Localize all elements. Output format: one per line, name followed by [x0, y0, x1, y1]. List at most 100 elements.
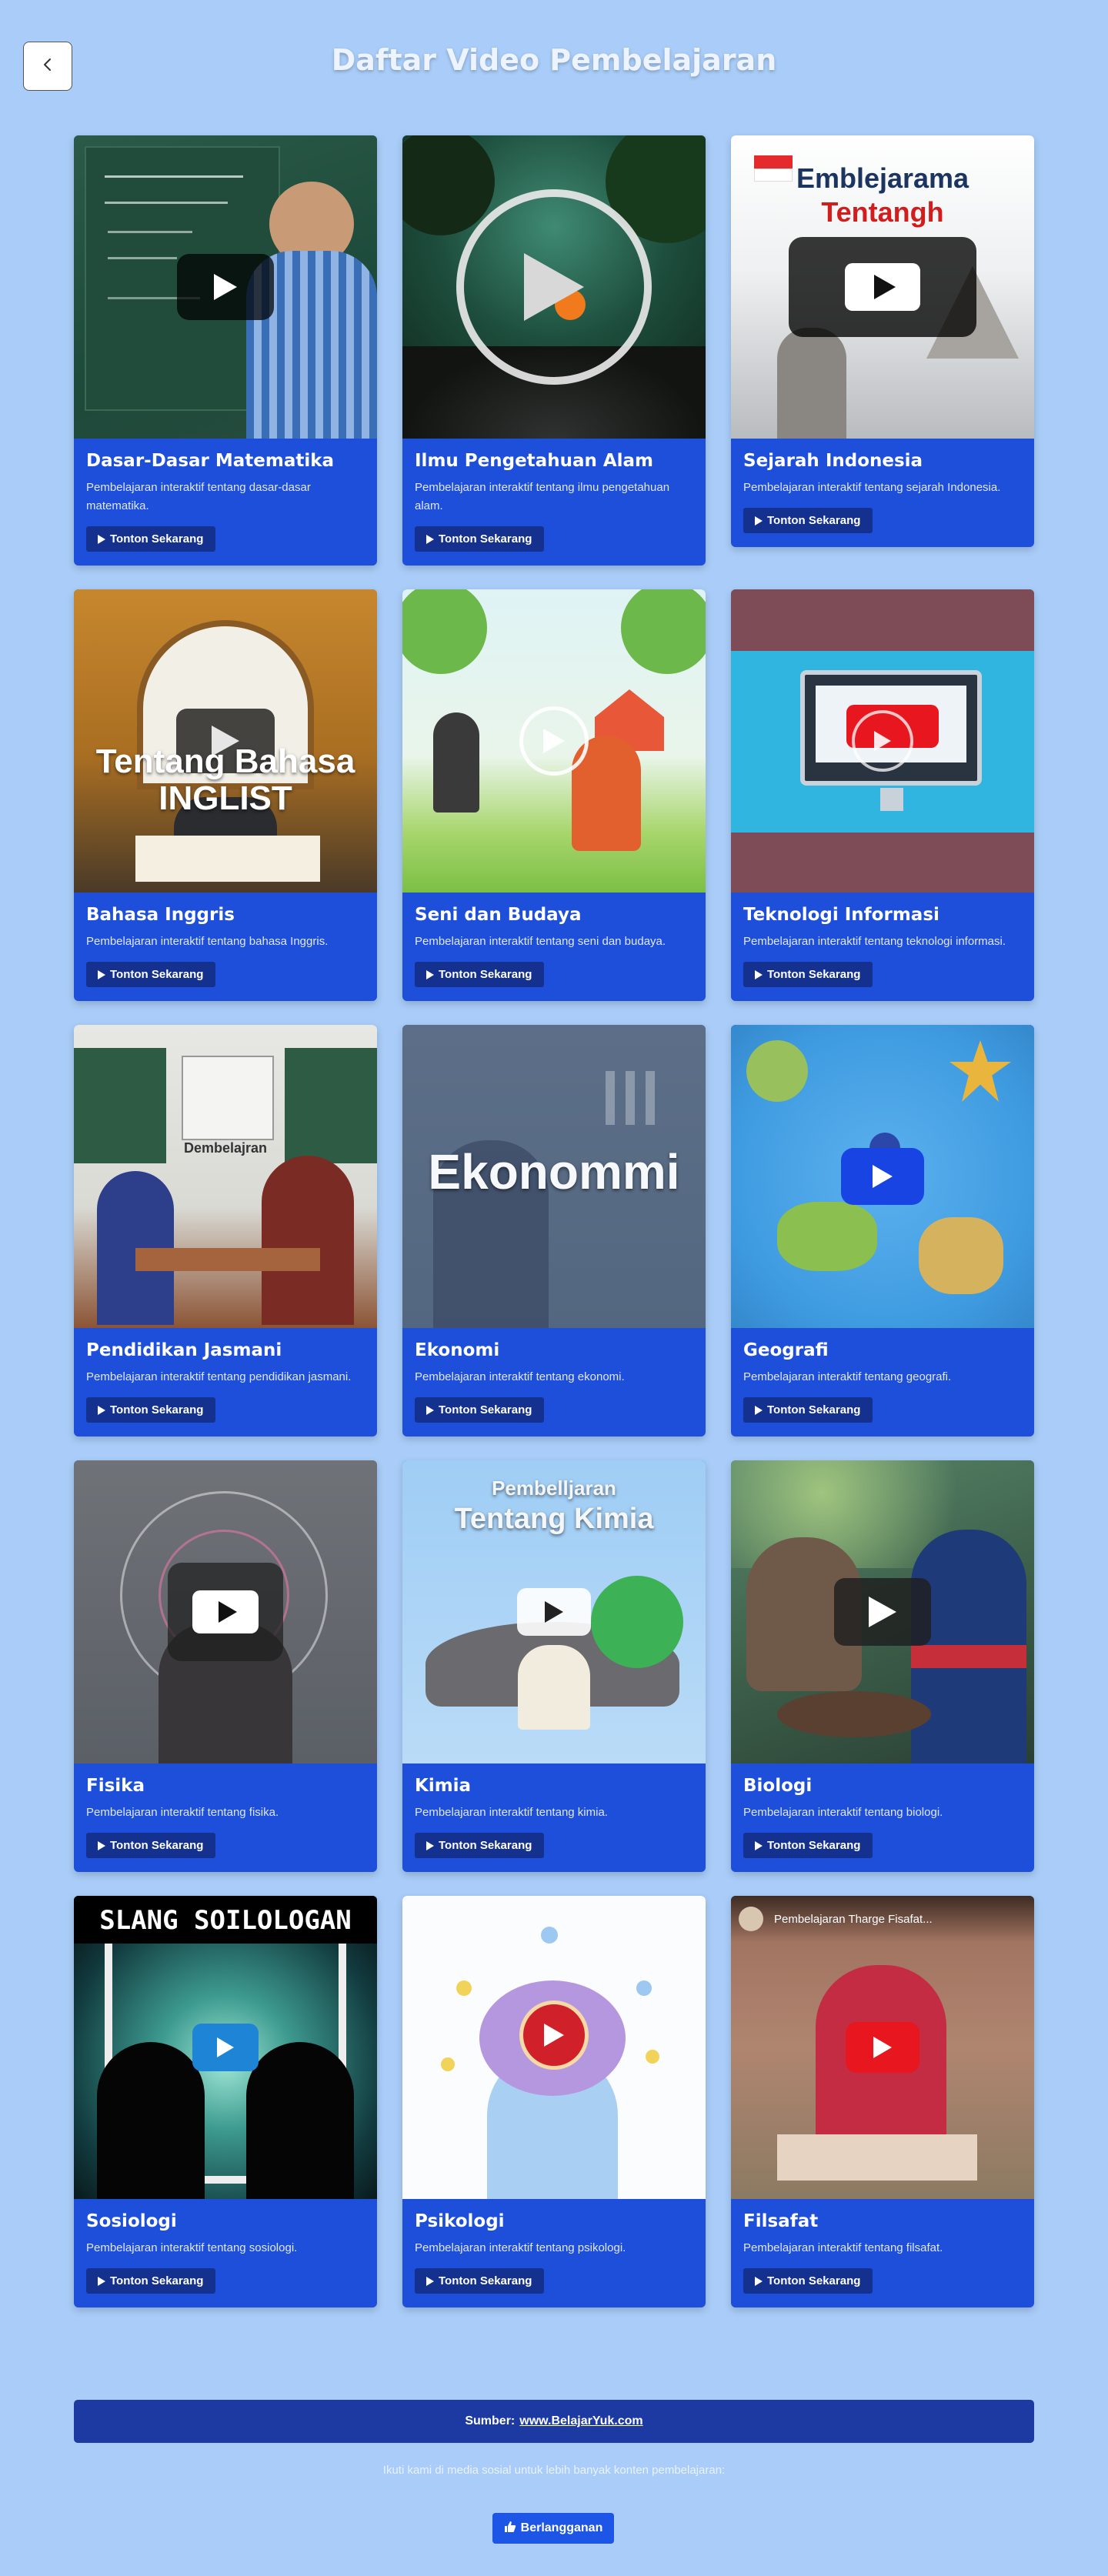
thumbs-up-icon: [504, 2521, 516, 2537]
video-title: Geografi: [743, 1340, 829, 1360]
video-description: Pembelajaran interaktif tentang ekonomi.: [415, 1370, 625, 1383]
watch-now-button[interactable]: Tonton Sekarang: [415, 1833, 545, 1858]
thumbnail-caption: Tentang Bahasa INGLIST: [95, 742, 355, 817]
source-label: Sumber:: [465, 2414, 516, 2428]
video-thumbnail[interactable]: [402, 589, 706, 893]
source-link[interactable]: www.BelajarYuk.com: [519, 2414, 642, 2428]
play-small-icon: [97, 2276, 106, 2287]
play-icon[interactable]: [177, 254, 274, 320]
play-small-icon: [426, 2276, 435, 2287]
watch-now-button[interactable]: Tonton Sekarang: [415, 526, 545, 552]
video-thumbnail[interactable]: [402, 135, 706, 439]
watch-now-label: Tonton Sekarang: [767, 1839, 861, 1852]
video-description: Pembelajaran interaktif tentang ilmu pen…: [415, 481, 670, 512]
play-small-icon: [754, 516, 763, 526]
video-card-pendidikan-jasmani: Dembelajran Pendidikan Jasmani Pembelaja…: [74, 1025, 377, 1436]
video-thumbnail[interactable]: [402, 1896, 706, 2199]
watch-now-button[interactable]: Tonton Sekarang: [415, 2268, 545, 2294]
watch-now-label: Tonton Sekarang: [110, 2274, 204, 2287]
video-card-fisika: Fisika Pembelajaran interaktif tentang f…: [74, 1460, 377, 1872]
video-card-seni-budaya: Seni dan Budaya Pembelajaran interaktif …: [402, 589, 706, 1001]
video-thumbnail[interactable]: Ekonommi: [402, 1025, 706, 1328]
thumbnail-caption: Dembelajran: [183, 1140, 268, 1156]
watch-now-button[interactable]: Tonton Sekarang: [743, 962, 873, 987]
video-title: Sosiologi: [86, 2211, 177, 2231]
video-description: Pembelajaran interaktif tentang biologi.: [743, 1806, 943, 1819]
play-small-icon: [426, 1840, 435, 1851]
page-title: Daftar Video Pembelajaran: [331, 43, 777, 77]
embedded-video-title: Pembelajaran Tharge Fisafat...: [774, 1913, 933, 1926]
watch-now-button[interactable]: Tonton Sekarang: [86, 1397, 216, 1423]
video-description: Pembelajaran interaktif tentang dasar-da…: [86, 481, 311, 512]
video-title: Psikologi: [415, 2211, 505, 2231]
play-small-icon: [97, 1405, 106, 1416]
watch-now-label: Tonton Sekarang: [439, 968, 532, 981]
video-title: Ilmu Pengetahuan Alam: [415, 451, 654, 471]
thumbnail-caption: Pembelljaran Tentang Kimia: [454, 1477, 654, 1535]
watch-now-button[interactable]: Tonton Sekarang: [86, 962, 216, 987]
video-thumbnail[interactable]: Pembelljaran Tentang Kimia: [402, 1460, 706, 1763]
watch-now-label: Tonton Sekarang: [439, 2274, 532, 2287]
watch-now-button[interactable]: Tonton Sekarang: [86, 1833, 216, 1858]
video-thumbnail[interactable]: [731, 1460, 1034, 1763]
video-thumbnail[interactable]: [731, 1025, 1034, 1328]
watch-now-label: Tonton Sekarang: [767, 968, 861, 981]
video-card-geografi: Geografi Pembelajaran interaktif tentang…: [731, 1025, 1034, 1436]
play-icon[interactable]: [192, 2024, 259, 2071]
video-description: Pembelajaran interaktif tentang geografi…: [743, 1370, 952, 1383]
play-icon[interactable]: [168, 1563, 283, 1661]
video-thumbnail[interactable]: Emblejarama Tentangh: [731, 135, 1034, 439]
video-card-ipa: Ilmu Pengetahuan Alam Pembelajaran inter…: [402, 135, 706, 566]
play-icon[interactable]: [841, 1148, 924, 1205]
thumbnail-caption: Ekonommi: [428, 1144, 680, 1200]
play-small-icon: [426, 534, 435, 545]
watch-now-button[interactable]: Tonton Sekarang: [743, 508, 873, 533]
video-thumbnail[interactable]: Tentang Bahasa INGLIST: [74, 589, 377, 893]
video-thumbnail[interactable]: SLANG SOILOLOGAN: [74, 1896, 377, 2199]
youtube-play-icon[interactable]: [846, 2022, 919, 2073]
watch-now-label: Tonton Sekarang: [110, 532, 204, 546]
play-icon[interactable]: [519, 706, 589, 776]
watch-now-button[interactable]: Tonton Sekarang: [86, 2268, 216, 2294]
play-icon[interactable]: [517, 1588, 591, 1636]
video-card-filsafat: Pembelajaran Tharge Fisafat... Filsafat …: [731, 1896, 1034, 2307]
video-thumbnail[interactable]: Pembelajaran Tharge Fisafat...: [731, 1896, 1034, 2199]
play-icon[interactable]: [519, 2000, 589, 2070]
social-media-text: Ikuti kami di media sosial untuk lebih b…: [382, 2464, 726, 2477]
subscribe-button[interactable]: Berlangganan: [492, 2513, 614, 2544]
video-card-kimia: Pembelljaran Tentang Kimia Kimia Pembela…: [402, 1460, 706, 1872]
video-thumbnail[interactable]: [74, 135, 377, 439]
video-title: Sejarah Indonesia: [743, 451, 923, 471]
play-icon[interactable]: [834, 1578, 931, 1646]
play-icon[interactable]: [789, 237, 976, 337]
video-title: Seni dan Budaya: [415, 905, 582, 925]
play-icon[interactable]: [852, 710, 913, 772]
watch-now-label: Tonton Sekarang: [439, 1403, 532, 1416]
thumbnail-caption: Emblejarama Tentangh: [796, 162, 970, 228]
watch-now-button[interactable]: Tonton Sekarang: [743, 1397, 873, 1423]
video-title: Filsafat: [743, 2211, 819, 2231]
video-thumbnail[interactable]: Dembelajran: [74, 1025, 377, 1328]
watch-now-button[interactable]: Tonton Sekarang: [86, 526, 216, 552]
video-title: Bahasa Inggris: [86, 905, 235, 925]
watch-now-button[interactable]: Tonton Sekarang: [743, 1833, 873, 1858]
video-card-teknologi: Teknologi Informasi Pembelajaran interak…: [731, 589, 1034, 1001]
watch-now-label: Tonton Sekarang: [110, 968, 204, 981]
video-thumbnail[interactable]: [74, 1460, 377, 1763]
video-title: Ekonomi: [415, 1340, 500, 1360]
watch-now-label: Tonton Sekarang: [439, 532, 532, 546]
play-small-icon: [754, 969, 763, 980]
video-description: Pembelajaran interaktif tentang bahasa I…: [86, 935, 329, 948]
subscribe-label: Berlangganan: [520, 2521, 603, 2534]
play-icon[interactable]: [456, 189, 652, 385]
video-title: Pendidikan Jasmani: [86, 1340, 282, 1360]
video-thumbnail[interactable]: [731, 589, 1034, 893]
watch-now-button[interactable]: Tonton Sekarang: [415, 1397, 545, 1423]
video-description: Pembelajaran interaktif tentang seni dan…: [415, 935, 666, 948]
video-card-bahasa-inggris: Tentang Bahasa INGLIST Bahasa Inggris Pe…: [74, 589, 377, 1001]
watch-now-button[interactable]: Tonton Sekarang: [415, 962, 545, 987]
watch-now-button[interactable]: Tonton Sekarang: [743, 2268, 873, 2294]
thumbnail-caption: SLANG SOILOLOGAN: [99, 1905, 352, 1936]
watch-now-label: Tonton Sekarang: [110, 1403, 204, 1416]
video-title: Teknologi Informasi: [743, 905, 939, 925]
